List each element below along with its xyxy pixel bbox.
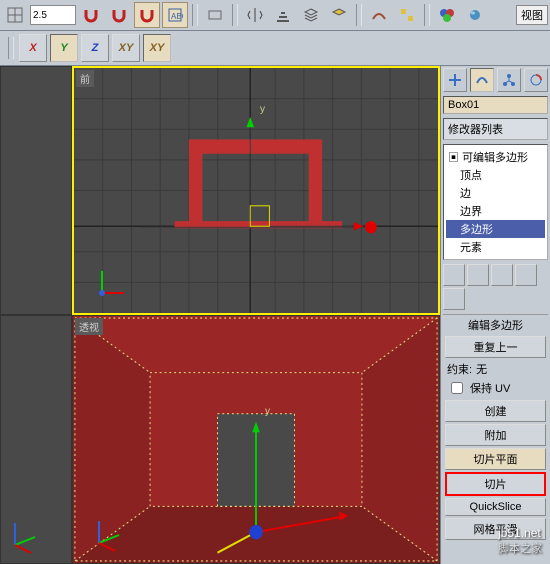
box-geometry (175, 139, 343, 228)
snap-options-icon[interactable]: ABC (162, 2, 188, 28)
create-tab-icon[interactable] (443, 68, 467, 92)
spinner-value[interactable]: 2.5 (30, 5, 76, 25)
watermark: jb51.net 脚本之家 (498, 526, 542, 556)
pivot-point[interactable] (249, 525, 262, 539)
toggle-grid-icon[interactable] (2, 2, 28, 28)
axis-xy2-button[interactable]: XY (143, 34, 171, 62)
magnet2-icon[interactable] (106, 2, 132, 28)
axis-tripod-icon (87, 515, 127, 555)
render-icon[interactable] (462, 2, 488, 28)
configure-sets-icon[interactable] (443, 288, 465, 310)
repeat-last-button[interactable]: 重复上一 (445, 336, 546, 358)
watermark-url: jb51.net (498, 526, 542, 540)
mirror-icon[interactable] (242, 2, 268, 28)
schematic-icon[interactable] (394, 2, 420, 28)
stack-tools (441, 262, 550, 312)
modify-tab-icon[interactable] (470, 68, 494, 92)
gizmo-y-label: y (260, 104, 265, 115)
align-icon[interactable] (270, 2, 296, 28)
main-area: 前 y (0, 66, 550, 564)
preserve-uv-checkbox[interactable] (451, 382, 463, 394)
make-unique-icon[interactable] (491, 264, 513, 286)
hierarchy-tab-icon[interactable] (497, 68, 521, 92)
axis-tripod-icon (92, 263, 132, 303)
move-gizmo[interactable] (246, 117, 363, 230)
tree-item-border[interactable]: 边界 (446, 202, 545, 220)
preserve-uv-label: 保持 UV (470, 380, 510, 396)
tree-item-element[interactable]: 元素 (446, 238, 545, 256)
named-sel-icon[interactable] (202, 2, 228, 28)
motion-tab-icon[interactable] (524, 68, 548, 92)
svg-text:ABC: ABC (171, 12, 183, 21)
watermark-text: 脚本之家 (498, 540, 542, 556)
edit-poly-header: 编辑多边形 (468, 317, 523, 333)
layers-icon[interactable] (298, 2, 324, 28)
slice-handle[interactable] (365, 221, 376, 233)
constraint-value[interactable]: 无 (476, 361, 487, 377)
viewport-perspective[interactable]: 透视 y (72, 315, 440, 564)
axis-tripod-icon (5, 515, 45, 555)
viewport-left-sliver-bottom[interactable] (0, 315, 72, 564)
layers2-icon[interactable] (326, 2, 352, 28)
attach-button[interactable]: 附加 (445, 424, 546, 446)
quickslice-button[interactable]: QuickSlice (445, 498, 546, 516)
separator (424, 4, 430, 26)
viewport-container: 前 y (0, 66, 440, 564)
tree-item-vertex[interactable]: 顶点 (446, 166, 545, 184)
tree-root[interactable]: ▣ 可编辑多边形 (446, 148, 545, 166)
viewport-label-front: 前 (76, 70, 94, 87)
command-panel: Box01 修改器列表 ▣ 可编辑多边形 顶点 边 边界 多边形 元素 编辑多边… (440, 66, 550, 564)
tree-item-polygon[interactable]: 多边形 (446, 220, 545, 238)
axis-xy-button[interactable]: XY (112, 34, 140, 62)
axis-toolbar: X Y Z XY XY (0, 31, 550, 66)
modifier-list-dropdown[interactable]: 修改器列表 (443, 118, 548, 140)
modifier-stack[interactable]: ▣ 可编辑多边形 顶点 边 边界 多边形 元素 (443, 144, 548, 260)
axis-y-button[interactable]: Y (50, 34, 78, 62)
object-name-field[interactable]: Box01 (443, 96, 548, 114)
magnet3-icon[interactable] (134, 2, 160, 28)
axis-x-button[interactable]: X (19, 34, 47, 62)
create-button[interactable]: 创建 (445, 400, 546, 422)
main-toolbar: 2.5 ABC 视图 (0, 0, 550, 31)
constraint-label: 约束: (447, 361, 472, 377)
viewport-label-persp: 透视 (75, 318, 103, 335)
viewport-left-sliver-top[interactable] (0, 66, 72, 315)
show-end-result-icon[interactable] (467, 264, 489, 286)
slice-plane-button[interactable]: 切片平面 (445, 448, 546, 470)
axis-z-button[interactable]: Z (81, 34, 109, 62)
edit-poly-rollout: 编辑多边形 重复上一 约束:无 保持 UV 创建 附加 切片平面 切片 Quic… (443, 314, 548, 542)
gizmo-y-label: y (265, 406, 270, 417)
curve-editor-icon[interactable] (366, 2, 392, 28)
pin-stack-icon[interactable] (443, 264, 465, 286)
separator (8, 37, 14, 59)
separator (232, 4, 238, 26)
viewport-front[interactable]: 前 y (72, 66, 440, 315)
view-menu-dropdown[interactable]: 视图 (516, 5, 548, 25)
material-icon[interactable] (434, 2, 460, 28)
command-panel-tabs (441, 66, 550, 94)
separator (192, 4, 198, 26)
remove-modifier-icon[interactable] (515, 264, 537, 286)
slice-button[interactable]: 切片 (445, 472, 546, 496)
tree-item-edge[interactable]: 边 (446, 184, 545, 202)
magnet-icon[interactable] (78, 2, 104, 28)
separator (356, 4, 362, 26)
